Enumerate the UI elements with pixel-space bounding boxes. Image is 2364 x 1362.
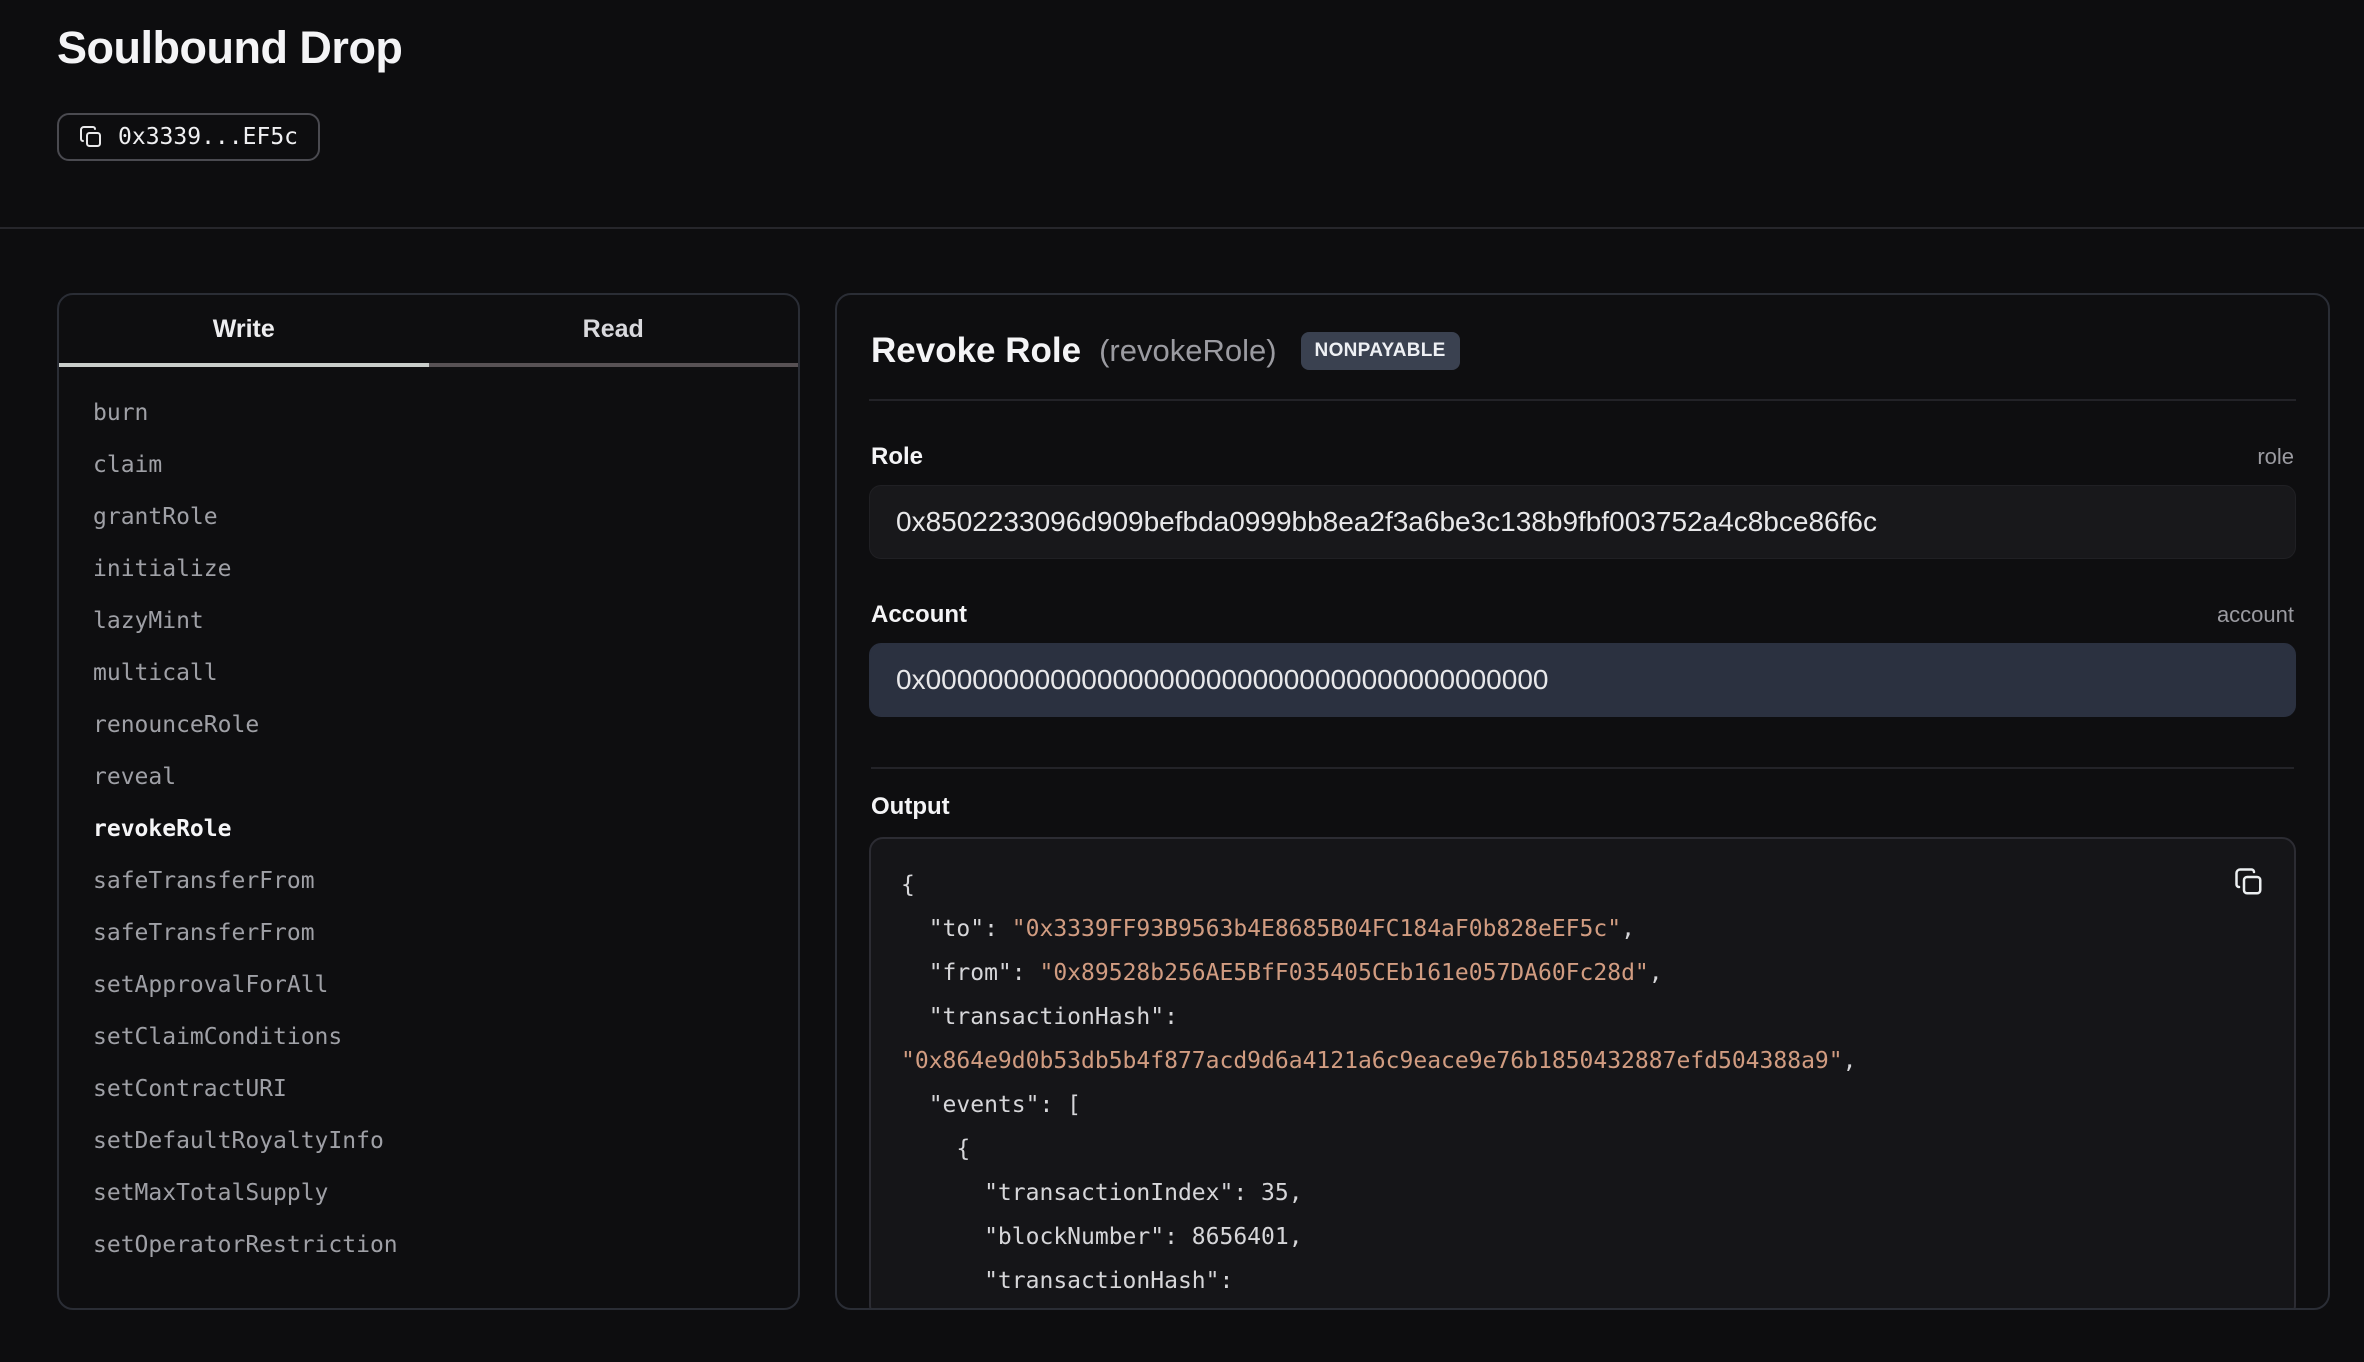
function-list-item[interactable]: safeTransferFrom xyxy=(59,855,798,907)
detail-header: Revoke Role (revokeRole) NONPAYABLE xyxy=(869,295,2296,401)
detail-title: Revoke Role xyxy=(871,331,1081,371)
tab-write[interactable]: Write xyxy=(59,295,429,367)
function-list-item[interactable]: revokeRole xyxy=(59,803,798,855)
function-list-item[interactable]: safeTransferFrom xyxy=(59,907,798,959)
role-input[interactable]: 0x8502233096d909befbda0999bb8ea2f3a6be3c… xyxy=(869,485,2296,559)
code-line: "from": "0x89528b256AE5BfF035405CEb161e0… xyxy=(901,951,2264,995)
detail-subtitle: (revokeRole) xyxy=(1099,333,1276,369)
page-title: Soulbound Drop xyxy=(57,22,402,74)
code-token: { xyxy=(901,1136,970,1162)
function-list-item[interactable]: claim xyxy=(59,439,798,491)
code-line: "transactionIndex": 35, xyxy=(901,1171,2264,1215)
function-list-item[interactable]: setDefaultRoyaltyInfo xyxy=(59,1115,798,1167)
code-line: "blockNumber": 8656401, xyxy=(901,1215,2264,1259)
code-token: "transactionHash": xyxy=(901,1268,1233,1294)
function-list-item[interactable]: initialize xyxy=(59,543,798,595)
function-list-item[interactable]: setOperatorRestriction xyxy=(59,1219,798,1271)
copy-output-button[interactable] xyxy=(2234,865,2268,899)
function-list-item[interactable]: burn xyxy=(59,387,798,439)
function-detail-panel: Revoke Role (revokeRole) NONPAYABLE Role… xyxy=(835,293,2330,1310)
page: Soulbound Drop 0x3339...EF5c Write Read … xyxy=(0,0,2364,1362)
contract-address-badge[interactable]: 0x3339...EF5c xyxy=(57,113,320,161)
account-field-label: Account xyxy=(871,601,967,629)
account-input[interactable]: 0x00000000000000000000000000000000000000… xyxy=(869,643,2296,717)
code-string-token: "0x864e9d0b53db5b4f877acd9d6a4121a6c9eac… xyxy=(901,1048,1843,1074)
contract-address-label: 0x3339...EF5c xyxy=(118,124,298,150)
account-field-hint: account xyxy=(2217,602,2294,628)
output-code-block: { "to": "0x3339FF93B9563b4E8685B04FC184a… xyxy=(869,837,2296,1310)
role-field-header: Role role xyxy=(871,443,2294,471)
code-line: { xyxy=(901,863,2264,907)
code-token: "transactionHash": xyxy=(901,1004,1178,1030)
code-line: "transactionHash": xyxy=(901,1259,2264,1303)
output-label: Output xyxy=(871,793,2294,821)
function-list-item[interactable]: setContractURI xyxy=(59,1063,798,1115)
function-list-item[interactable]: setApprovalForAll xyxy=(59,959,798,1011)
code-line: "to": "0x3339FF93B9563b4E8685B04FC184aF0… xyxy=(901,907,2264,951)
copy-icon xyxy=(79,125,103,149)
output-code: { "to": "0x3339FF93B9563b4E8685B04FC184a… xyxy=(901,863,2264,1303)
role-field-label: Role xyxy=(871,443,923,471)
code-token: "blockNumber": 8656401, xyxy=(901,1224,1303,1250)
function-list-item[interactable]: setClaimConditions xyxy=(59,1011,798,1063)
function-list-item[interactable]: setMaxTotalSupply xyxy=(59,1167,798,1219)
tab-bar: Write Read xyxy=(59,295,798,367)
code-token: , xyxy=(1843,1048,1857,1074)
code-line: "0x864e9d0b53db5b4f877acd9d6a4121a6c9eac… xyxy=(901,1039,2264,1083)
code-line: { xyxy=(901,1127,2264,1171)
code-token: "events": [ xyxy=(901,1092,1081,1118)
code-string-token: "0x3339FF93B9563b4E8685B04FC184aF0b828eE… xyxy=(1012,916,1621,942)
function-list: burnclaimgrantRoleinitializelazyMintmult… xyxy=(59,367,798,1271)
tab-read[interactable]: Read xyxy=(429,295,799,367)
code-token: "transactionIndex": 35, xyxy=(901,1180,1303,1206)
function-list-item[interactable]: grantRole xyxy=(59,491,798,543)
function-list-item[interactable]: reveal xyxy=(59,751,798,803)
code-token: , xyxy=(1649,960,1663,986)
function-list-item[interactable]: renounceRole xyxy=(59,699,798,751)
code-token: "from": xyxy=(901,960,1039,986)
code-string-token: "0x89528b256AE5BfF035405CEb161e057DA60Fc… xyxy=(1039,960,1648,986)
divider xyxy=(871,767,2294,769)
functions-panel: Write Read burnclaimgrantRoleinitializel… xyxy=(57,293,800,1310)
function-list-item[interactable]: multicall xyxy=(59,647,798,699)
code-token: , xyxy=(1621,916,1635,942)
divider xyxy=(0,227,2364,229)
code-token: { xyxy=(901,872,915,898)
function-list-item[interactable]: lazyMint xyxy=(59,595,798,647)
mutability-badge: NONPAYABLE xyxy=(1301,332,1460,370)
code-line: "events": [ xyxy=(901,1083,2264,1127)
code-token: "to": xyxy=(901,916,1012,942)
role-field-hint: role xyxy=(2257,444,2294,470)
code-line: "transactionHash": xyxy=(901,995,2264,1039)
account-field-header: Account account xyxy=(871,601,2294,629)
